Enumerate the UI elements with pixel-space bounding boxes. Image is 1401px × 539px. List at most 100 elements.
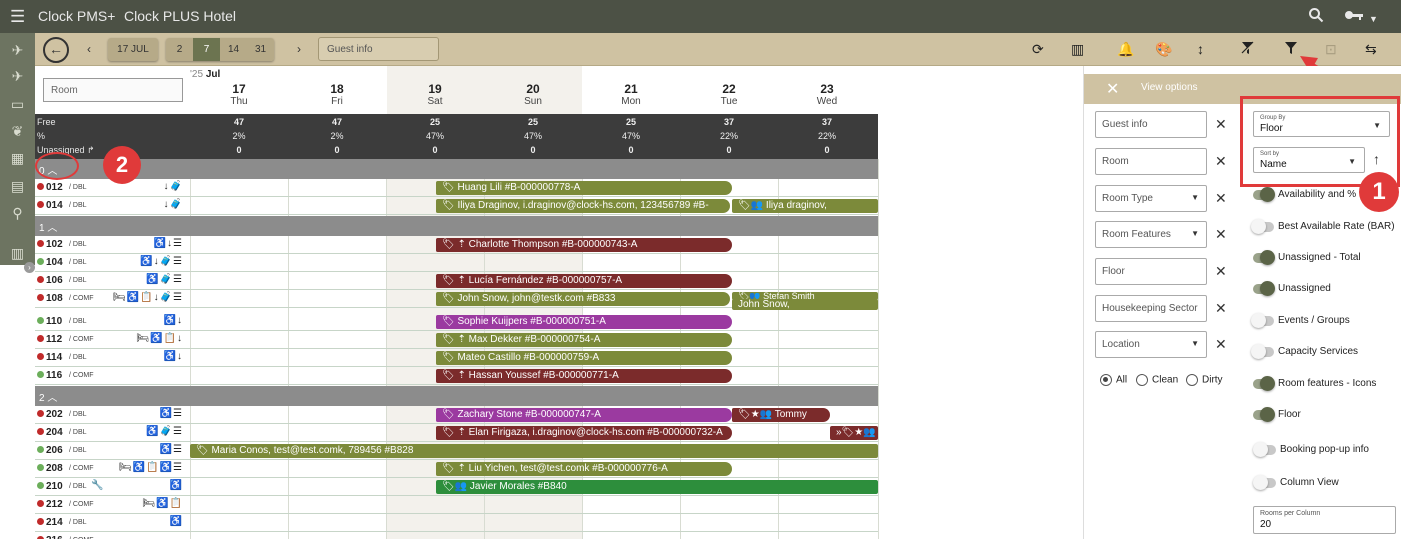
room-number[interactable]: 214 xyxy=(46,517,63,528)
key-icon[interactable] xyxy=(1344,7,1364,28)
room-number[interactable]: 012 xyxy=(46,182,63,193)
search-icon[interactable] xyxy=(1308,7,1324,28)
clear-icon[interactable]: ✕ xyxy=(1215,336,1227,353)
collapse-handle-icon[interactable]: › xyxy=(24,262,35,273)
room-number[interactable]: 216 xyxy=(46,535,63,539)
floor-group-header[interactable]: 0 ︿ xyxy=(35,159,878,179)
room-features-filter[interactable]: Room Features ▼ xyxy=(1095,221,1207,248)
toggle-capacity-services[interactable] xyxy=(1251,344,1274,359)
room-number[interactable]: 110 xyxy=(46,316,62,327)
room-number[interactable]: 210 xyxy=(46,481,63,492)
chevron-up-icon[interactable]: ︿ xyxy=(47,393,57,404)
booking-bar[interactable]: 🏷 Sophie Kuijpers #B-000000751-A xyxy=(436,315,732,329)
palette-icon[interactable]: 🎨 xyxy=(1155,41,1172,57)
housekeeping-sector-filter[interactable]: Housekeeping Sector xyxy=(1095,295,1207,322)
radio-dirty[interactable]: Dirty xyxy=(1186,374,1223,386)
zoom-2[interactable]: 2 xyxy=(166,38,193,61)
booking-bar[interactable]: 🏷 Mateo Castillo #B-000000759-A xyxy=(436,351,732,365)
room-number[interactable]: 108 xyxy=(46,293,63,304)
room-number[interactable]: 104 xyxy=(46,257,63,268)
chevron-down-icon[interactable]: ▼ xyxy=(1369,10,1378,28)
chevron-up-icon[interactable]: ︿ xyxy=(47,223,57,234)
rooms-per-column-input[interactable]: Rooms per Column 20 xyxy=(1253,506,1396,534)
clear-icon[interactable]: ✕ xyxy=(1215,190,1227,207)
guest-search-input[interactable]: Guest info xyxy=(318,37,439,61)
booking-bar[interactable]: 🏷 Huang Lili #B-000000778-A xyxy=(436,181,732,195)
room-number[interactable]: 206 xyxy=(46,445,63,456)
booking-bar[interactable]: 🏷 ⇡ Hassan Youssef #B-000000771-A xyxy=(436,369,732,383)
refresh-icon[interactable]: ⟳ xyxy=(1032,41,1044,57)
arrival-icon[interactable]: ✈ xyxy=(0,42,35,58)
booking-bar[interactable]: 🏷 ⇡ Max Dekker #B-000000754-A xyxy=(436,333,732,347)
back-button[interactable]: ← xyxy=(43,37,69,63)
columns-icon[interactable]: ▥ xyxy=(1071,41,1084,57)
booking-bar[interactable]: 🏷 ⇡ Lucía Fernández #B-000000757-A xyxy=(436,274,732,288)
booking-bar[interactable]: 🏷 John Snow, john@testk.com #B833 xyxy=(436,292,730,306)
toggle-availability[interactable] xyxy=(1253,187,1275,202)
room-number[interactable]: 116 xyxy=(46,370,62,381)
floor-group-header[interactable]: 1 ︿ xyxy=(35,216,878,236)
room-type-filter[interactable]: Room Type ▼ xyxy=(1095,185,1207,212)
radio-clean[interactable]: Clean xyxy=(1136,374,1178,386)
toggle-unassigned[interactable] xyxy=(1253,281,1275,296)
chevron-left-icon[interactable]: ‹ xyxy=(87,42,91,56)
book-icon[interactable]: ▥ xyxy=(0,245,35,261)
room-number[interactable]: 202 xyxy=(46,409,63,420)
room-number[interactable]: 106 xyxy=(46,275,63,286)
room-number[interactable]: 204 xyxy=(46,427,63,438)
zoom-7[interactable]: 7 xyxy=(193,38,220,61)
guest-info-filter[interactable]: Guest info xyxy=(1095,111,1207,138)
booking-bar[interactable]: 🏷★👥 Tommy xyxy=(732,408,830,422)
booking-bar[interactable]: 🏷👥 Javier Morales #B840 xyxy=(436,480,878,494)
clear-icon[interactable]: ✕ xyxy=(1215,263,1227,280)
toggle-booking-popup[interactable] xyxy=(1253,442,1276,457)
toggle-floor[interactable] xyxy=(1253,407,1275,422)
location-filter[interactable]: Location ▼ xyxy=(1095,331,1207,358)
search-icon[interactable]: ⚲ xyxy=(0,205,35,221)
room-number[interactable]: 112 xyxy=(46,334,62,345)
annotation-marker-1: 1 xyxy=(1359,172,1399,212)
room-filter[interactable]: Room xyxy=(1095,148,1207,175)
booking-bar[interactable]: 🏷 Maria Conos, test@test.comk, 789456 #B… xyxy=(190,444,878,458)
room-search-input[interactable]: Room xyxy=(43,78,183,102)
room-number[interactable]: 212 xyxy=(46,499,63,510)
toggle-unassigned-total[interactable] xyxy=(1253,250,1275,265)
date-button[interactable]: 17 JUL xyxy=(108,38,158,61)
chevron-right-icon[interactable]: › xyxy=(297,42,301,56)
filter-off-icon[interactable] xyxy=(1241,41,1255,58)
calendar-icon[interactable]: ▦ xyxy=(0,150,35,166)
room-number[interactable]: 208 xyxy=(46,463,63,474)
booking-bar[interactable]: John Snow, xyxy=(732,299,878,310)
bed-icon[interactable]: ▭ xyxy=(0,96,35,112)
close-icon[interactable]: ✕ xyxy=(1106,79,1119,99)
booking-bar[interactable]: 🏷 Zachary Stone #B-000000747-A xyxy=(436,408,732,422)
add-notification-icon[interactable]: 🔔 xyxy=(1117,41,1134,57)
clear-icon[interactable]: ✕ xyxy=(1215,226,1227,243)
room-number[interactable]: 014 xyxy=(46,200,63,211)
resize-vertical-icon[interactable]: ↕ xyxy=(1197,41,1204,57)
clear-icon[interactable]: ✕ xyxy=(1215,116,1227,133)
toggle-column-view[interactable] xyxy=(1253,475,1276,490)
menu-icon[interactable]: ☰ xyxy=(10,8,25,25)
floor-group-header[interactable]: 2 ︿ xyxy=(35,386,878,406)
clear-icon[interactable]: ✕ xyxy=(1215,153,1227,170)
room-number[interactable]: 102 xyxy=(46,239,63,250)
departure-icon[interactable]: ✈ xyxy=(0,68,35,84)
toggle-events-groups[interactable] xyxy=(1251,313,1274,328)
booking-bar[interactable]: 🏷👥 Iliya draginov, xyxy=(732,199,878,213)
zoom-14[interactable]: 14 xyxy=(220,38,247,61)
booking-bar[interactable]: 🏷 Iliya Draginov, i.draginov@clock-hs.co… xyxy=(436,199,730,213)
booking-bar[interactable]: 🏷 ⇡ Liu Yichen, test@test.comk #B-000000… xyxy=(436,462,732,476)
leaf-icon[interactable]: ❦ xyxy=(0,123,35,139)
floor-filter[interactable]: Floor xyxy=(1095,258,1207,285)
booking-bar[interactable]: 🏷 ⇡ Charlotte Thompson #B-000000743-A xyxy=(436,238,732,252)
radio-all[interactable]: All xyxy=(1100,374,1127,386)
toggle-room-features-icons[interactable] xyxy=(1253,376,1275,391)
clear-icon[interactable]: ✕ xyxy=(1215,300,1227,317)
room-number[interactable]: 114 xyxy=(46,352,62,363)
booking-bar[interactable]: »🏷★👥 xyxy=(830,426,878,440)
zoom-31[interactable]: 31 xyxy=(247,38,274,61)
toggle-bar[interactable] xyxy=(1251,219,1274,234)
booking-bar[interactable]: 🏷 ⇡ Elan Firigaza, i.draginov@clock-hs.c… xyxy=(436,426,732,440)
document-icon[interactable]: ▤ xyxy=(0,178,35,194)
